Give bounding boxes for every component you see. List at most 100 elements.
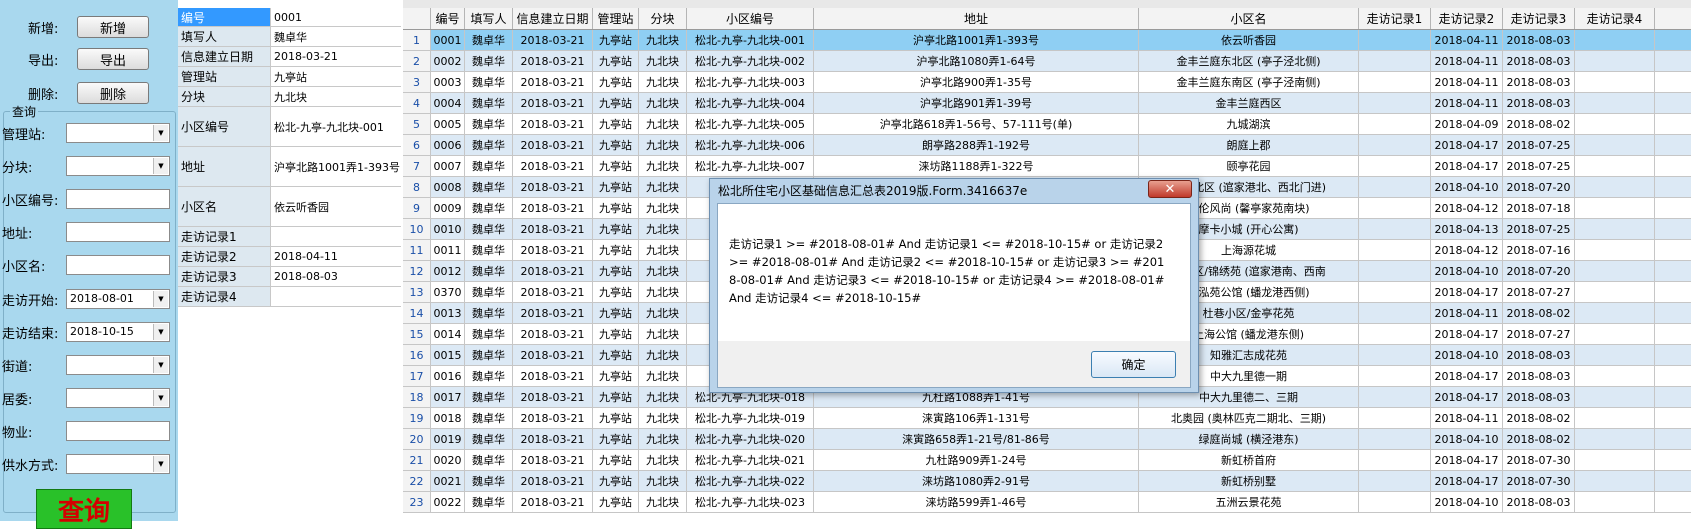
cell-block[interactable]: 九北块 xyxy=(639,345,687,365)
chevron-down-icon[interactable]: ▼ xyxy=(153,357,168,373)
cell-visit2[interactable]: 2018-04-11 xyxy=(1431,72,1503,92)
detail-value[interactable]: 2018-08-03 xyxy=(273,267,401,286)
cell-visit4[interactable] xyxy=(1575,408,1655,428)
table-row[interactable]: 20 0019 魏卓华 2018-03-21 九亭站 九北块 松北-九亭-九北块-020 涞寅… xyxy=(403,429,1691,450)
detail-row-created[interactable]: 信息建立日期 2018-03-21 xyxy=(178,47,401,67)
cell-estate-name[interactable]: 北奥园 (奥林匹克二期北、三期) xyxy=(1139,408,1359,428)
cell-visit2[interactable]: 2018-04-11 xyxy=(1431,30,1503,50)
cell-code[interactable]: 0002 xyxy=(431,51,465,71)
visit-start-select[interactable]: 2018-08-01 ▼ xyxy=(66,289,170,309)
header-visit3[interactable]: 走访记录3 xyxy=(1503,8,1575,29)
cell-writer[interactable]: 魏卓华 xyxy=(465,324,513,344)
water-supply-select[interactable]: ▼ xyxy=(66,454,170,474)
cell-visit3[interactable]: 2018-08-02 xyxy=(1503,429,1575,449)
detail-row-visit4[interactable]: 走访记录4 xyxy=(178,287,401,307)
cell-created-date[interactable]: 2018-03-21 xyxy=(513,303,593,323)
cell-writer[interactable]: 魏卓华 xyxy=(465,219,513,239)
cell-row-number[interactable]: 10 xyxy=(403,219,431,239)
cell-visit4[interactable] xyxy=(1575,303,1655,323)
cell-code[interactable]: 0022 xyxy=(431,492,465,512)
cell-writer[interactable]: 魏卓华 xyxy=(465,387,513,407)
cell-block[interactable]: 九北块 xyxy=(639,72,687,92)
cell-visit3[interactable]: 2018-08-02 xyxy=(1503,303,1575,323)
cell-estate-code[interactable]: 松北-九亭-九北块-005 xyxy=(687,114,814,134)
header-estate-code[interactable]: 小区编号 xyxy=(687,8,814,29)
cell-station[interactable]: 九亭站 xyxy=(593,387,639,407)
cell-block[interactable]: 九北块 xyxy=(639,303,687,323)
cell-visit4[interactable] xyxy=(1575,51,1655,71)
cell-row-number[interactable]: 23 xyxy=(403,492,431,512)
cell-block[interactable]: 九北块 xyxy=(639,219,687,239)
cell-estate-code[interactable]: 松北-九亭-九北块-004 xyxy=(687,93,814,113)
cell-visit3[interactable]: 2018-07-25 xyxy=(1503,135,1575,155)
cell-block[interactable]: 九北块 xyxy=(639,114,687,134)
cell-code[interactable]: 0016 xyxy=(431,366,465,386)
cell-code[interactable]: 0017 xyxy=(431,387,465,407)
cell-block[interactable]: 九北块 xyxy=(639,282,687,302)
address-input[interactable] xyxy=(66,222,170,242)
cell-row-number[interactable]: 11 xyxy=(403,240,431,260)
chevron-down-icon[interactable]: ▼ xyxy=(153,125,168,141)
detail-value[interactable]: 九亭站 xyxy=(273,67,401,86)
table-row[interactable]: 4 0004 魏卓华 2018-03-21 九亭站 九北块 松北-九亭-九北块-004 沪亭北… xyxy=(403,93,1691,114)
cell-block[interactable]: 九北块 xyxy=(639,387,687,407)
cell-writer[interactable]: 魏卓华 xyxy=(465,261,513,281)
detail-value[interactable]: 魏卓华 xyxy=(273,27,401,46)
cell-visit4[interactable] xyxy=(1575,345,1655,365)
cell-created-date[interactable]: 2018-03-21 xyxy=(513,345,593,365)
cell-estate-name[interactable]: 依云听香园 xyxy=(1139,30,1359,50)
cell-visit3[interactable]: 2018-08-03 xyxy=(1503,492,1575,512)
cell-address[interactable]: 九杜路909弄1-24号 xyxy=(814,450,1139,470)
cell-code[interactable]: 0015 xyxy=(431,345,465,365)
cell-created-date[interactable]: 2018-03-21 xyxy=(513,471,593,491)
header-block[interactable]: 分块 xyxy=(639,8,687,29)
cell-block[interactable]: 九北块 xyxy=(639,261,687,281)
cell-estate-code[interactable]: 松北-九亭-九北块-021 xyxy=(687,450,814,470)
cell-writer[interactable]: 魏卓华 xyxy=(465,30,513,50)
detail-row-estate-name[interactable]: 小区名 依云听香园 xyxy=(178,187,401,227)
cell-station[interactable]: 九亭站 xyxy=(593,429,639,449)
cell-created-date[interactable]: 2018-03-21 xyxy=(513,408,593,428)
delete-button[interactable]: 删除 xyxy=(77,82,149,104)
cell-station[interactable]: 九亭站 xyxy=(593,219,639,239)
cell-code[interactable]: 0007 xyxy=(431,156,465,176)
cell-station[interactable]: 九亭站 xyxy=(593,366,639,386)
cell-address[interactable]: 沪亭北路1080弄1-64号 xyxy=(814,51,1139,71)
cell-visit2[interactable]: 2018-04-17 xyxy=(1431,471,1503,491)
cell-created-date[interactable]: 2018-03-21 xyxy=(513,72,593,92)
cell-visit2[interactable]: 2018-04-17 xyxy=(1431,366,1503,386)
chevron-down-icon[interactable]: ▼ xyxy=(153,324,168,340)
cell-visit3[interactable]: 2018-07-27 xyxy=(1503,324,1575,344)
cell-visit4[interactable] xyxy=(1575,93,1655,113)
table-row[interactable]: 1 0001 魏卓华 2018-03-21 九亭站 九北块 松北-九亭-九北块-001 沪亭北… xyxy=(403,30,1691,51)
cell-visit4[interactable] xyxy=(1575,198,1655,218)
cell-station[interactable]: 九亭站 xyxy=(593,198,639,218)
cell-visit4[interactable] xyxy=(1575,219,1655,239)
header-visit2[interactable]: 走访记录2 xyxy=(1431,8,1503,29)
cell-code[interactable]: 0020 xyxy=(431,450,465,470)
cell-address[interactable]: 涞坊路1188弄1-322号 xyxy=(814,156,1139,176)
cell-visit1[interactable] xyxy=(1359,72,1431,92)
header-station[interactable]: 管理站 xyxy=(593,8,639,29)
cell-visit1[interactable] xyxy=(1359,408,1431,428)
cell-visit1[interactable] xyxy=(1359,156,1431,176)
detail-row-visit3[interactable]: 走访记录3 2018-08-03 xyxy=(178,267,401,287)
cell-visit2[interactable]: 2018-04-10 xyxy=(1431,429,1503,449)
cell-visit2[interactable]: 2018-04-10 xyxy=(1431,177,1503,197)
cell-block[interactable]: 九北块 xyxy=(639,177,687,197)
detail-row-block[interactable]: 分块 九北块 xyxy=(178,87,401,107)
cell-visit2[interactable]: 2018-04-09 xyxy=(1431,114,1503,134)
header-writer[interactable]: 填写人 xyxy=(465,8,513,29)
table-row[interactable]: 6 0006 魏卓华 2018-03-21 九亭站 九北块 松北-九亭-九北块-006 朗亭路… xyxy=(403,135,1691,156)
committee-select[interactable]: ▼ xyxy=(66,388,170,408)
cell-visit3[interactable]: 2018-08-02 xyxy=(1503,114,1575,134)
cell-writer[interactable]: 魏卓华 xyxy=(465,345,513,365)
cell-code[interactable]: 0010 xyxy=(431,219,465,239)
cell-created-date[interactable]: 2018-03-21 xyxy=(513,387,593,407)
cell-created-date[interactable]: 2018-03-21 xyxy=(513,282,593,302)
cell-code[interactable]: 0370 xyxy=(431,282,465,302)
table-row[interactable]: 5 0005 魏卓华 2018-03-21 九亭站 九北块 松北-九亭-九北块-005 沪亭北… xyxy=(403,114,1691,135)
cell-visit4[interactable] xyxy=(1575,261,1655,281)
cell-station[interactable]: 九亭站 xyxy=(593,303,639,323)
cell-station[interactable]: 九亭站 xyxy=(593,93,639,113)
